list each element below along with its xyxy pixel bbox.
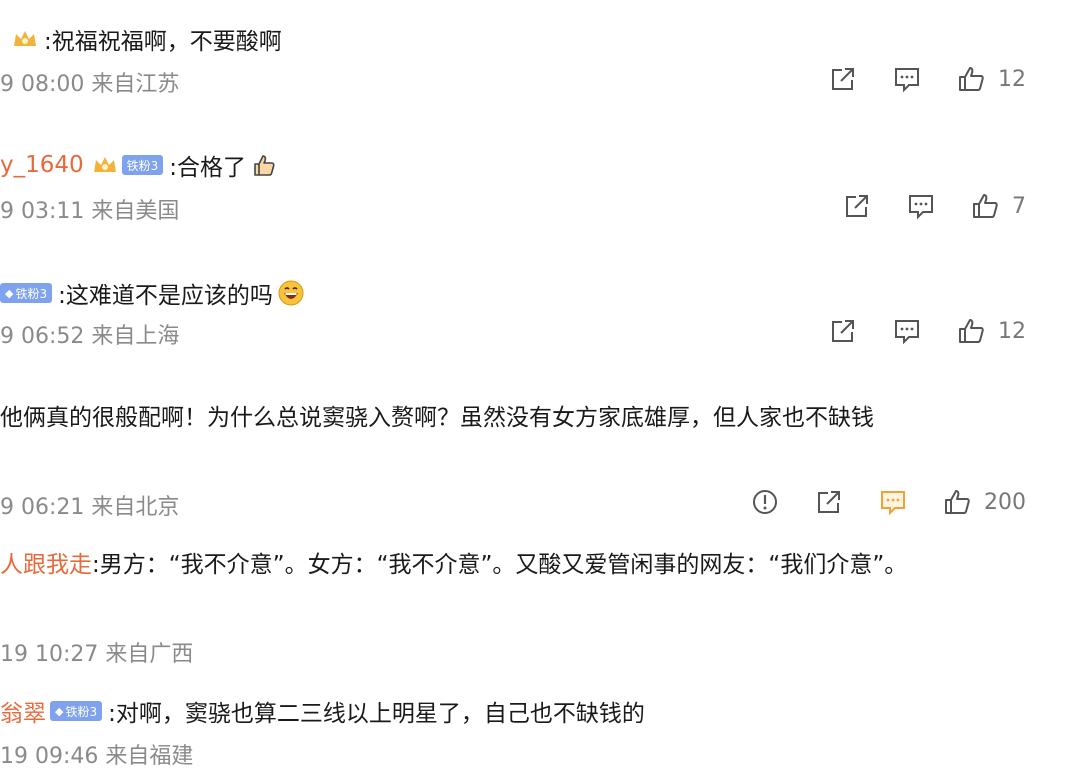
comment-meta: 9 06:21 来自北京: [0, 495, 180, 520]
comment-username[interactable]: 人跟我走: [0, 545, 92, 579]
comment-2-body: y_1640 铁粉3 :合格了: [0, 148, 278, 182]
comment-username[interactable]: 翁翠: [0, 694, 46, 728]
share-icon[interactable]: [814, 487, 844, 517]
comment-text: :这难道不是应该的吗: [58, 283, 273, 309]
comment-meta: 19 10:27 来自广西: [0, 642, 194, 667]
comment-username[interactable]: y_1640: [0, 152, 84, 178]
comment-1-body: :祝福祝福啊，不要酸啊: [0, 22, 282, 56]
comment-5-body: 人跟我走 :男方：“我不介意”。女方：“我不介意”。又酸又爱管闲事的网友：“我们…: [0, 545, 907, 579]
report-icon[interactable]: [750, 487, 780, 517]
comment-1-actions: 12: [828, 64, 1026, 94]
comment-text: :对啊，窦骁也算二三线以上明星了，自己也不缺钱的: [108, 701, 645, 727]
like-icon[interactable]: [956, 316, 986, 346]
comment-icon-active[interactable]: [878, 487, 908, 517]
comment-text: :合格了: [169, 155, 247, 181]
comment-2-actions: 7: [842, 191, 1026, 221]
grin-emoji: [277, 279, 305, 307]
comment-6-body: 翁翠 ◆ 铁粉3 :对啊，窦骁也算二三线以上明星了，自己也不缺钱的: [0, 694, 645, 728]
comment-meta: 9 06:52 来自上海: [0, 324, 180, 349]
like-count: 12: [998, 66, 1026, 92]
comment-meta: 9 08:00 来自江苏: [0, 72, 180, 97]
like-count: 7: [1012, 193, 1026, 219]
comment-text: :男方：“我不介意”。女方：“我不介意”。又酸又爱管闲事的网友：“我们介意”。: [92, 552, 908, 578]
comment-4-actions: 200: [750, 487, 1026, 517]
fan-badge: 铁粉3: [121, 155, 164, 175]
share-icon[interactable]: [828, 64, 858, 94]
comment-2-meta: 9 03:11 来自美国: [0, 193, 179, 225]
crown-icon: [92, 154, 118, 176]
like-count: 200: [984, 489, 1026, 515]
comment-4-meta: 9 06:21 来自北京: [0, 489, 179, 521]
crown-icon: [12, 28, 38, 50]
comment-text: :祝福祝福啊，不要酸啊: [44, 29, 282, 55]
share-icon[interactable]: [828, 316, 858, 346]
like-icon[interactable]: [956, 64, 986, 94]
thumbs-up-emoji: [250, 151, 278, 179]
comment-meta: 19 09:46 来自福建: [0, 744, 194, 769]
share-icon[interactable]: [842, 191, 872, 221]
comment-3-meta: 9 06:52 来自上海: [0, 318, 179, 350]
fan-badge: ◆ 铁粉3: [50, 701, 103, 721]
comment-icon[interactable]: [906, 191, 936, 221]
fan-badge: ◆ 铁粉3: [0, 283, 53, 303]
comment-1-meta: 9 08:00 来自江苏: [0, 66, 179, 98]
like-icon[interactable]: [942, 487, 972, 517]
comment-icon[interactable]: [892, 316, 922, 346]
comment-text: 他俩真的很般配啊！为什么总说窦骁入赘啊？虽然没有女方家底雄厚，但人家也不缺钱: [0, 405, 874, 431]
comment-4-body: 他俩真的很般配啊！为什么总说窦骁入赘啊？虽然没有女方家底雄厚，但人家也不缺钱: [0, 398, 874, 432]
comment-3-body: ◆ 铁粉3 :这难道不是应该的吗: [0, 276, 305, 310]
comment-meta: 9 03:11 来自美国: [0, 199, 180, 224]
like-count: 12: [998, 318, 1026, 344]
comment-icon[interactable]: [892, 64, 922, 94]
comment-5-meta: 19 10:27 来自广西: [0, 636, 193, 668]
comment-3-actions: 12: [828, 316, 1026, 346]
comment-6-meta: 19 09:46 来自福建: [0, 738, 193, 770]
like-icon[interactable]: [970, 191, 1000, 221]
